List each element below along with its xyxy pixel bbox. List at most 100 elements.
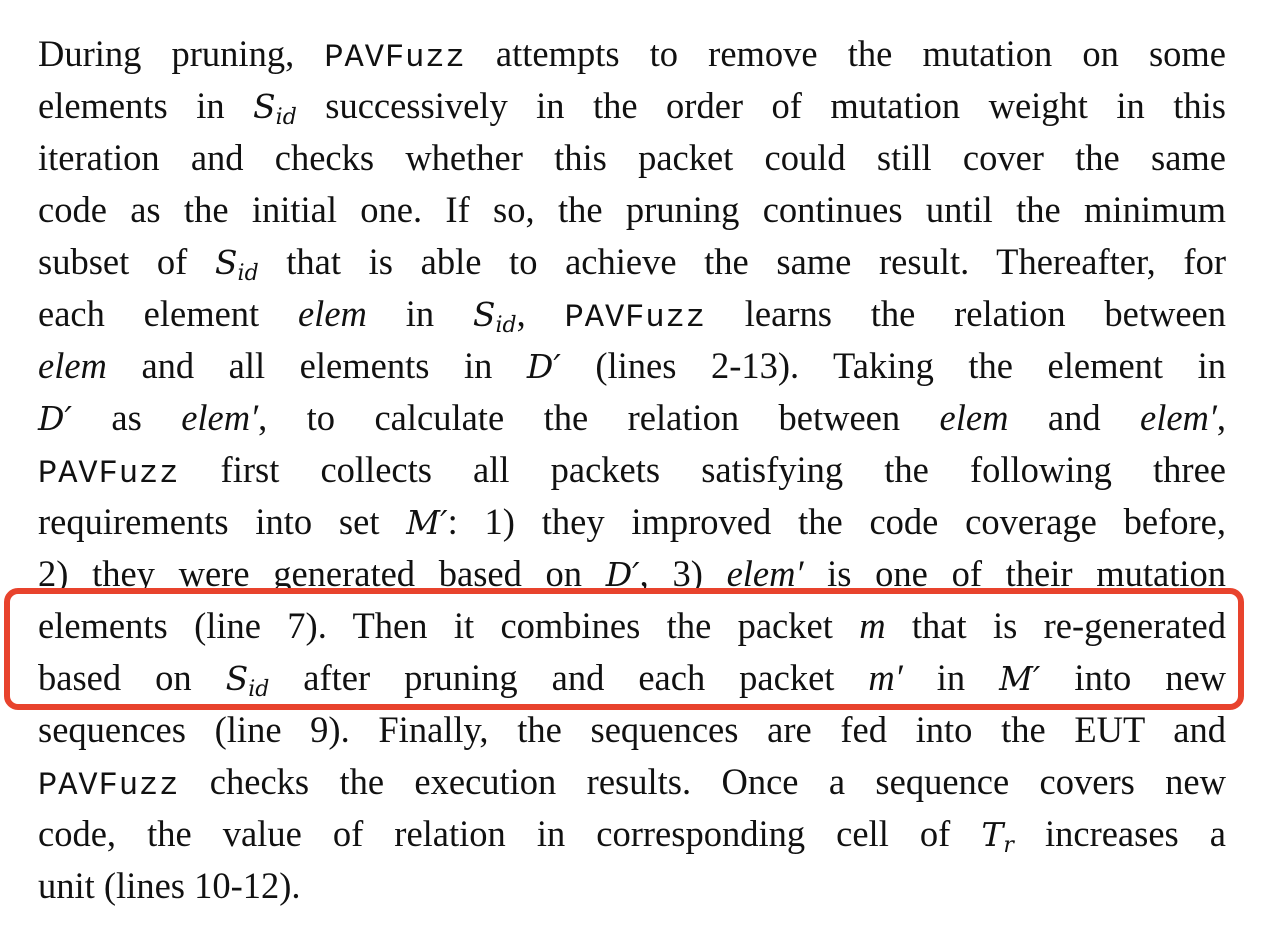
text-run: successively in the order of mutation we…: [297, 85, 1226, 126]
segment-text: S: [225, 659, 249, 698]
text-run: attempts to remove the mutation on some: [466, 33, 1226, 74]
segment-text: (lines 2-13). Taking the element in: [560, 345, 1226, 386]
text-run: (lines 2-13). Taking the element in: [561, 345, 1226, 386]
text-run: ,: [517, 293, 565, 334]
segment-text: D′: [605, 555, 640, 594]
segment-text: is one of their mutation: [803, 553, 1226, 594]
text-line: code as the initial one. If so, the prun…: [38, 184, 1226, 236]
segment-text: requirements into set: [38, 501, 407, 542]
segment-text: During pruning,: [38, 33, 325, 74]
text-line: During pruning, PAVFuzz attempts to remo…: [38, 28, 1226, 80]
segment-text: elements (line 7). Then it combines the …: [38, 605, 860, 646]
segment-text: successively in the order of mutation we…: [296, 85, 1226, 126]
segment-text: based on: [38, 657, 226, 698]
text-run: in: [367, 293, 473, 334]
text-run: ,: [1217, 397, 1226, 438]
text-line: iteration and checks whether this packet…: [38, 132, 1226, 184]
math-set-symbol: D′: [527, 347, 561, 386]
math-set-symbol: D′: [38, 399, 72, 438]
math-symbol: elem′: [727, 553, 804, 594]
segment-text: elem′: [1140, 397, 1217, 438]
segment-text: unit (lines 10-12).: [38, 865, 301, 906]
math-symbol: elem: [298, 293, 367, 334]
text-run: subset of: [38, 241, 215, 282]
text-run: and all elements in: [107, 345, 527, 386]
segment-text: into new: [1040, 657, 1226, 698]
math-set-symbol: M′: [406, 503, 447, 542]
text-run: first collects all packets satisfying th…: [179, 449, 1226, 490]
segment-text: D′: [38, 399, 72, 438]
code-name: PAVFuzz: [38, 455, 179, 492]
paper-page: During pruning, PAVFuzz attempts to remo…: [0, 0, 1278, 926]
segment-text: iteration and checks whether this packet…: [38, 137, 1226, 178]
segment-text: T: [981, 815, 1004, 854]
math-set-symbol: Sid: [472, 295, 517, 337]
text-run: sequences (line 9). Finally, the sequenc…: [38, 709, 1226, 750]
math-symbol: elem: [940, 397, 1009, 438]
text-line: subset of Sid that is able to achieve th…: [38, 236, 1226, 288]
math-subscript: id: [237, 261, 259, 286]
segment-text: elements in: [38, 85, 254, 126]
segment-text: elem′: [181, 397, 259, 438]
text-run: : 1) they improved the code coverage bef…: [448, 501, 1226, 542]
text-run: code as the initial one. If so, the prun…: [38, 189, 1226, 230]
text-run: into new: [1040, 657, 1226, 698]
segment-text: that is able to achieve the same result.…: [258, 241, 1226, 282]
segment-text: elem: [297, 293, 367, 334]
segment-text: ,: [1216, 397, 1227, 438]
segment-text: in: [902, 657, 1000, 698]
text-line: 2) they were generated based on D′, 3) e…: [38, 548, 1226, 600]
math-subscript: id: [275, 105, 297, 130]
segment-text: sequences (line 9). Finally, the sequenc…: [38, 709, 1226, 750]
math-symbol: elem′: [181, 397, 258, 438]
text-run: each element: [38, 293, 298, 334]
segment-text: M′: [406, 503, 448, 542]
text-run: after pruning and each packet: [269, 657, 868, 698]
segment-text: code as the initial one. If so, the prun…: [38, 189, 1226, 230]
text-line: PAVFuzz first collects all packets satis…: [38, 444, 1226, 496]
code-name: PAVFuzz: [324, 39, 465, 76]
segment-text: that is re-generated: [885, 605, 1227, 646]
text-line: requirements into set M′: 1) they improv…: [38, 496, 1226, 548]
math-symbol: elem: [38, 345, 107, 386]
text-run: requirements into set: [38, 501, 406, 542]
segment-text: , to calculate the relation between: [258, 397, 940, 438]
text-line: sequences (line 9). Finally, the sequenc…: [38, 704, 1226, 756]
text-run: based on: [38, 657, 226, 698]
text-run: , to calculate the relation between: [258, 397, 939, 438]
text-line: unit (lines 10-12).: [38, 860, 1226, 912]
text-run: During pruning,: [38, 33, 324, 74]
segment-text: checks the execution results. Once a seq…: [179, 761, 1226, 802]
segment-text: S: [472, 295, 496, 334]
math-symbol: elem′: [1140, 397, 1217, 438]
segment-text: PAVFuzz: [38, 455, 180, 492]
math-set-symbol: Sid: [215, 243, 259, 285]
math-symbol: m′: [868, 657, 902, 698]
text-run: unit (lines 10-12).: [38, 865, 301, 906]
text-run: iteration and checks whether this packet…: [38, 137, 1226, 178]
text-run: that is re-generated: [886, 605, 1226, 646]
segment-text: attempts to remove the mutation on some: [465, 33, 1226, 74]
text-run: learns the relation between: [706, 293, 1226, 334]
segment-text: PAVFuzz: [564, 299, 706, 336]
segment-text: after pruning and each packet: [269, 657, 869, 698]
math-set-symbol: D′: [606, 555, 640, 594]
segment-text: , 3): [639, 553, 727, 594]
text-line: each element elem in Sid, PAVFuzz learns…: [38, 288, 1226, 340]
segment-text: first collects all packets satisfying th…: [179, 449, 1226, 490]
text-run: elements in: [38, 85, 253, 126]
text-line: D′ as elem′, to calculate the relation b…: [38, 392, 1226, 444]
math-subscript: id: [495, 313, 517, 338]
math-symbol: m: [859, 605, 885, 646]
segment-text: learns the relation between: [705, 293, 1227, 334]
segment-text: and all elements in: [106, 345, 527, 386]
segment-text: elem: [38, 345, 107, 386]
segment-text: ,: [516, 293, 565, 334]
segment-text: PAVFuzz: [38, 767, 180, 804]
text-run: code, the value of relation in correspon…: [38, 813, 981, 854]
text-run: 2) they were generated based on: [38, 553, 606, 594]
segment-text: : 1) they improved the code coverage bef…: [447, 501, 1226, 542]
code-name: PAVFuzz: [38, 767, 179, 804]
math-subscript: id: [248, 677, 270, 702]
text-line: PAVFuzz checks the execution results. On…: [38, 756, 1226, 808]
